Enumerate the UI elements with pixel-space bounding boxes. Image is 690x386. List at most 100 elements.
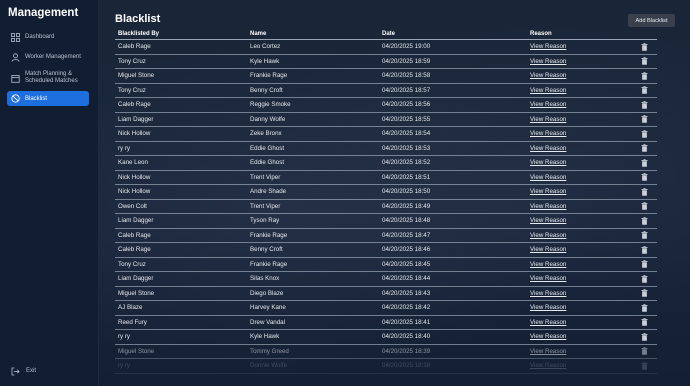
blocked-icon bbox=[10, 94, 20, 104]
cell-date: 04/20/2025 18:51 bbox=[382, 173, 431, 181]
trash-icon[interactable] bbox=[641, 115, 648, 124]
view-reason-link[interactable]: View Reason bbox=[530, 333, 566, 340]
view-reason-link[interactable]: View Reason bbox=[530, 348, 566, 355]
trash-icon[interactable] bbox=[641, 42, 648, 51]
view-reason-link[interactable]: View Reason bbox=[530, 232, 566, 239]
view-reason-link[interactable]: View Reason bbox=[530, 159, 566, 166]
view-reason-link[interactable]: View Reason bbox=[530, 188, 566, 195]
view-reason-link[interactable]: View Reason bbox=[530, 319, 566, 326]
cell-date: 04/20/2025 18:55 bbox=[382, 115, 431, 123]
trash-icon[interactable] bbox=[641, 260, 648, 269]
trash-icon[interactable] bbox=[641, 347, 648, 356]
exit-icon bbox=[10, 366, 20, 376]
sidebar-item-dashboard[interactable]: Dashboard bbox=[7, 31, 89, 43]
cell-name: Harvey Kane bbox=[250, 304, 286, 312]
table-row: ry ry Eddie Ghost 04/20/2025 18:53 View Rea… bbox=[115, 142, 657, 156]
view-reason-link[interactable]: View Reason bbox=[530, 246, 566, 253]
page-title: Blacklist bbox=[115, 13, 161, 25]
cell-name: Frankie Rage bbox=[250, 260, 288, 268]
view-reason-link[interactable]: View Reason bbox=[530, 145, 566, 152]
table-row: AJ Blaze Harvey Kane 04/20/2025 18:42 View … bbox=[115, 301, 657, 316]
cell-blacklisted-by: Liam Dagger bbox=[118, 217, 154, 225]
trash-icon[interactable] bbox=[641, 187, 648, 196]
view-reason-link[interactable]: View Reason bbox=[530, 72, 566, 79]
cell-blacklisted-by: Kane Leon bbox=[118, 159, 148, 167]
table-row: Reed Fury Drew Vandal 04/20/2025 18:41 View… bbox=[115, 316, 657, 330]
view-reason-link[interactable]: View Reason bbox=[530, 203, 566, 210]
cell-name: Andre Shade bbox=[250, 188, 287, 196]
cell-name: Danny Wolfe bbox=[250, 115, 286, 123]
view-reason-link[interactable]: View Reason bbox=[530, 217, 566, 224]
trash-icon[interactable] bbox=[641, 202, 648, 211]
sidebar-item-label: Worker Management bbox=[25, 54, 81, 60]
cell-blacklisted-by: Miguel Stone bbox=[118, 72, 155, 80]
blacklist-table: Blacklisted By Name Date Reason Caleb Ra… bbox=[115, 28, 657, 374]
cell-name: Benny Croft bbox=[250, 246, 283, 254]
trash-icon[interactable] bbox=[641, 216, 648, 225]
table-row: Caleb Rage Leo Cortez 04/20/2025 19:00 View… bbox=[115, 40, 657, 55]
trash-icon[interactable] bbox=[641, 361, 648, 370]
exit-label: Exit bbox=[26, 368, 37, 374]
trash-icon[interactable] bbox=[641, 158, 648, 167]
view-reason-link[interactable]: View Reason bbox=[530, 87, 566, 94]
cell-date: 04/20/2025 18:40 bbox=[382, 333, 431, 341]
cell-blacklisted-by: Caleb Rage bbox=[118, 231, 151, 239]
trash-icon[interactable] bbox=[641, 231, 648, 240]
trash-icon[interactable] bbox=[641, 57, 648, 66]
table-row: Tony Cruz Frankie Rage 04/20/2025 18:45 Vie… bbox=[115, 258, 657, 272]
cell-blacklisted-by: Liam Dagger bbox=[118, 275, 154, 283]
trash-icon[interactable] bbox=[641, 318, 648, 327]
cell-date: 04/20/2025 18:52 bbox=[382, 159, 431, 167]
exit-button[interactable]: Exit bbox=[10, 366, 36, 376]
column-header-name: Name bbox=[250, 30, 267, 37]
cell-blacklisted-by: Caleb Rage bbox=[118, 246, 151, 254]
view-reason-link[interactable]: View Reason bbox=[530, 101, 566, 108]
cell-blacklisted-by: Caleb Rage bbox=[118, 43, 151, 51]
view-reason-link[interactable]: View Reason bbox=[530, 261, 566, 268]
cell-name: Reggie Smoke bbox=[250, 101, 291, 109]
cell-date: 04/20/2025 18:39 bbox=[382, 347, 431, 355]
trash-icon[interactable] bbox=[641, 86, 648, 95]
table-row: Nick Hollow Trent Viper 04/20/2025 18:51 Vi… bbox=[115, 171, 657, 185]
sidebar-item-worker-management[interactable]: Worker Management bbox=[7, 51, 89, 63]
trash-icon[interactable] bbox=[641, 303, 648, 312]
view-reason-link[interactable]: View Reason bbox=[530, 275, 566, 282]
cell-blacklisted-by: Reed Fury bbox=[118, 318, 147, 326]
trash-icon[interactable] bbox=[641, 274, 648, 283]
view-reason-link[interactable]: View Reason bbox=[530, 290, 566, 297]
table-header: Blacklisted By Name Date Reason bbox=[115, 28, 657, 40]
table-row: Caleb Rage Frankie Rage 04/20/2025 18:47 Vi… bbox=[115, 229, 657, 243]
view-reason-link[interactable]: View Reason bbox=[530, 304, 566, 311]
table-row: Miguel Stone Diego Blaze 04/20/2025 18:43 V… bbox=[115, 287, 657, 301]
view-reason-link[interactable]: View Reason bbox=[530, 130, 566, 137]
trash-icon[interactable] bbox=[641, 173, 648, 182]
cell-date: 04/20/2025 19:00 bbox=[382, 43, 431, 51]
sidebar-item-blacklist[interactable]: Blacklist bbox=[7, 91, 89, 106]
view-reason-link[interactable]: View Reason bbox=[530, 362, 566, 369]
view-reason-link[interactable]: View Reason bbox=[530, 174, 566, 181]
view-reason-link[interactable]: View Reason bbox=[530, 116, 566, 123]
add-blacklist-button[interactable]: Add Blacklist bbox=[628, 14, 675, 27]
dashboard-grid-icon bbox=[10, 32, 20, 42]
cell-name: Kyle Hawk bbox=[250, 57, 280, 65]
cell-blacklisted-by: Nick Hollow bbox=[118, 188, 151, 196]
trash-icon[interactable] bbox=[641, 245, 648, 254]
trash-icon[interactable] bbox=[641, 144, 648, 153]
cell-date: 04/20/2025 18:49 bbox=[382, 202, 431, 210]
user-icon bbox=[10, 52, 20, 62]
table-row: ry ry Kyle Hawk 04/20/2025 18:40 View Reaso… bbox=[115, 330, 657, 345]
sidebar-item-match-planning[interactable]: Match Planning & Scheduled Matches bbox=[7, 70, 89, 86]
trash-icon[interactable] bbox=[641, 289, 648, 298]
table-row: Tony Cruz Kyle Hawk 04/20/2025 18:59 View R… bbox=[115, 55, 657, 69]
sidebar-item-label-line1: Match Planning & bbox=[25, 70, 73, 77]
trash-icon[interactable] bbox=[641, 129, 648, 138]
trash-icon[interactable] bbox=[641, 332, 648, 341]
trash-icon[interactable] bbox=[641, 100, 648, 109]
view-reason-link[interactable]: View Reason bbox=[530, 58, 566, 65]
app-brand: Management bbox=[8, 7, 79, 19]
table-row: Nick Hollow Zeke Bronx 04/20/2025 18:54 Vie… bbox=[115, 127, 657, 142]
column-header-reason: Reason bbox=[530, 30, 552, 37]
cell-date: 04/20/2025 18:42 bbox=[382, 304, 431, 312]
view-reason-link[interactable]: View Reason bbox=[530, 43, 566, 50]
trash-icon[interactable] bbox=[641, 71, 648, 80]
